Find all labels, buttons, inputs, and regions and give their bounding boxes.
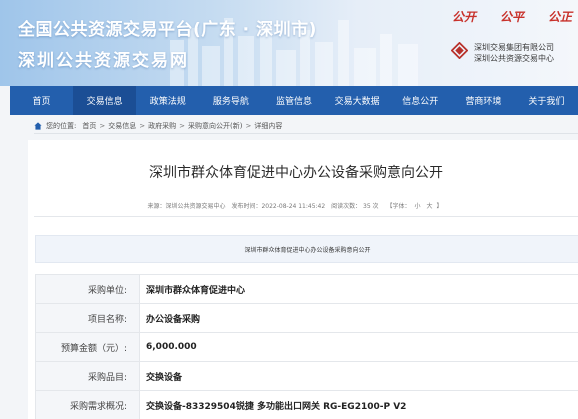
requirement-value: 交换设备-83329504锐捷 多功能出口网关 RG-EG2100-P V2 <box>139 390 578 419</box>
breadcrumb-procurement-intent[interactable]: 采购意向公开(新) <box>188 121 242 131</box>
breadcrumb-home[interactable]: 首页 <box>82 121 96 131</box>
breadcrumb-current: 详细内容 <box>254 122 283 130</box>
nav-item-disclosure[interactable]: 信息公开 <box>389 86 452 115</box>
org-names: 深圳交易集团有限公司 深圳公共资源交易中心 <box>474 42 554 64</box>
meta-divider <box>34 216 578 217</box>
doc-title-box: 深圳市群众体育促进中心办公设备采购意向公开 <box>35 235 578 263</box>
nav-item-supervision[interactable]: 监管信息 <box>262 86 325 115</box>
nav-item-policies[interactable]: 政策法规 <box>136 86 199 115</box>
requirement-label: 采购需求概况: <box>35 390 140 419</box>
nav-item-business-environment[interactable]: 营商环境 <box>452 86 515 115</box>
font-size-control: 【字体： 小 大】 <box>384 203 444 210</box>
doc-title: 深圳市群众体育促进中心办公设备采购意向公开 <box>244 246 371 254</box>
project-name-label: 项目名称: <box>35 303 140 333</box>
nav-item-big-data[interactable]: 交易大数据 <box>326 86 389 115</box>
table-row: 预算金额（元）: 6,000.000 <box>35 332 578 362</box>
platform-title: 全国公共资源交易平台(广东 · 深圳市) <box>18 20 317 40</box>
article-meta: 来源：深圳公共资源交易中心 发布时间：2022-08-24 11:45:42 阅… <box>28 201 564 210</box>
table-row: 采购品目: 交换设备 <box>35 361 578 391</box>
table-row: 采购单位: 深圳市群众体育促进中心 <box>35 274 578 304</box>
procurement-info-table: 采购单位: 深圳市群众体育促进中心 项目名称: 办公设备采购 预算金额（元）: … <box>35 274 578 419</box>
nav-item-home[interactable]: 首页 <box>10 86 73 115</box>
article-panel: 深圳市群众体育促进中心办公设备采购意向公开 来源：深圳公共资源交易中心 发布时间… <box>28 140 578 419</box>
breadcrumb-separator: > <box>179 122 185 130</box>
article-source: 来源：深圳公共资源交易中心 <box>147 203 226 210</box>
breadcrumb-separator: > <box>139 122 146 130</box>
font-size-label: 【字体： <box>386 203 411 210</box>
font-small-button[interactable]: 小 <box>415 203 421 210</box>
font-large-button[interactable]: 大 <box>426 203 432 210</box>
breadcrumb-government-procurement[interactable]: 政府采购 <box>148 121 176 131</box>
main-nav: 首页 交易信息 政策法规 服务导航 监管信息 交易大数据 信息公开 营商环境 关… <box>10 86 578 115</box>
budget-label: 预算金额（元）: <box>35 332 140 362</box>
nav-item-about-us[interactable]: 关于我们 <box>515 86 578 115</box>
slogan-fair: 公平 <box>499 10 524 24</box>
breadcrumb-separator: > <box>99 122 106 130</box>
home-icon <box>34 122 42 130</box>
city-skyline-illustration <box>170 18 418 86</box>
article-title: 深圳市群众体育促进中心办公设备采购意向公开 <box>149 165 443 181</box>
article-views: 阅读次数： 35 次 <box>331 203 379 210</box>
slogan: 公开 公平 公正 <box>452 8 572 25</box>
category-label: 采购品目: <box>35 361 140 391</box>
org-logo-icon <box>451 42 468 59</box>
breadcrumb: 您的位置: 首页 > 交易信息 > 政府采购 > 采购意向公开(新) > 详细内… <box>34 121 282 131</box>
nav-item-trading-info[interactable]: 交易信息 <box>73 86 137 115</box>
table-row: 项目名称: 办公设备采购 <box>35 303 578 333</box>
purchaser-label: 采购单位: <box>35 274 140 304</box>
breadcrumb-trading-info[interactable]: 交易信息 <box>108 121 136 131</box>
font-size-close: 】 <box>436 203 443 210</box>
project-name-value: 办公设备采购 <box>139 303 578 333</box>
category-value: 交换设备 <box>139 361 578 391</box>
purchaser-value: 深圳市群众体育促进中心 <box>139 274 578 304</box>
slogan-just: 公正 <box>547 10 572 24</box>
article-published: 发布时间：2022-08-24 11:45:42 <box>231 203 326 210</box>
nav-item-service-guide[interactable]: 服务导航 <box>199 86 262 115</box>
site-banner: 全国公共资源交易平台(广东 · 深圳市) 深圳公共资源交易网 公开 公平 公正 … <box>0 0 578 86</box>
table-row: 采购需求概况: 交换设备-83329504锐捷 多功能出口网关 RG-EG210… <box>35 390 578 419</box>
breadcrumb-separator: > <box>245 122 252 130</box>
org-name-center: 深圳公共资源交易中心 <box>474 54 554 63</box>
breadcrumb-prefix: 您的位置: <box>46 122 77 130</box>
breadcrumb-divider <box>34 133 578 134</box>
budget-value: 6,000.000 <box>139 332 578 362</box>
site-title: 深圳公共资源交易网 <box>18 51 189 71</box>
slogan-open: 公开 <box>452 10 477 24</box>
org-name-group: 深圳交易集团有限公司 <box>474 43 554 52</box>
